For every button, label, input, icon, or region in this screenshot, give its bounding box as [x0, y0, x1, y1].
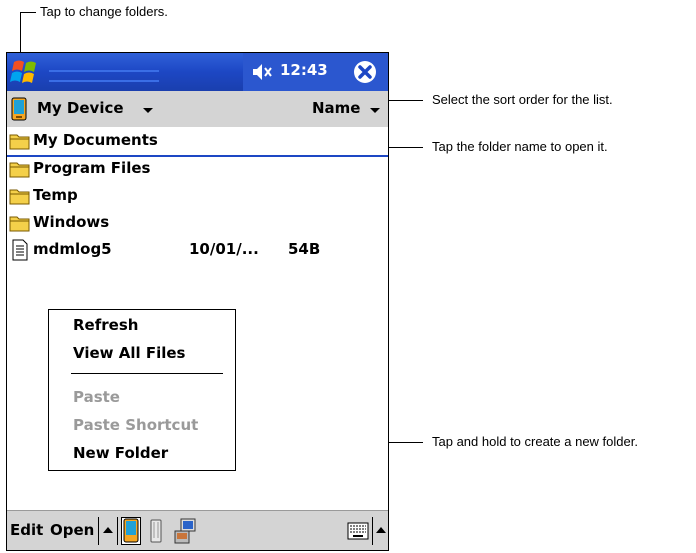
command-bar: Edit Open — [7, 510, 388, 550]
title-decoration — [49, 70, 159, 72]
scroll-up-icon[interactable] — [103, 527, 113, 533]
file-date: 10/01/... — [189, 240, 259, 258]
divider — [98, 517, 99, 545]
chevron-down-icon[interactable] — [143, 108, 153, 113]
file-name: Program Files — [33, 159, 151, 177]
network-computer-icon[interactable] — [173, 517, 197, 545]
chevron-down-icon[interactable] — [370, 108, 380, 113]
folder-icon — [9, 215, 31, 232]
folder-icon — [9, 161, 31, 178]
menu-item-view-all-files[interactable]: View All Files — [73, 344, 186, 362]
folder-icon — [9, 133, 31, 150]
open-menu[interactable]: Open — [50, 521, 94, 539]
callout-line-change-folders — [20, 12, 36, 13]
file-name: Temp — [33, 186, 78, 204]
list-item[interactable]: Program Files — [7, 157, 388, 181]
list-item[interactable]: Windows — [7, 211, 388, 235]
clock[interactable]: 12:43 — [280, 61, 328, 79]
divider — [372, 517, 373, 545]
menu-item-refresh[interactable]: Refresh — [73, 316, 138, 334]
keyboard-icon[interactable] — [347, 522, 369, 540]
windows-start-icon[interactable] — [9, 56, 43, 88]
menu-separator — [71, 373, 223, 374]
menu-item-paste: Paste — [73, 388, 120, 406]
callout-change-folders: Tap to change folders. — [40, 4, 168, 19]
input-panel-arrow-icon[interactable] — [376, 527, 386, 533]
file-name: mdmlog5 — [33, 240, 112, 258]
list-item[interactable]: Temp — [7, 184, 388, 208]
callout-new-folder: Tap and hold to create a new folder. — [432, 434, 638, 449]
sort-dropdown[interactable]: Name — [312, 99, 360, 117]
menu-item-paste-shortcut: Paste Shortcut — [73, 416, 199, 434]
navigation-bar: My Device Name — [7, 91, 388, 127]
speaker-icon[interactable] — [251, 62, 277, 82]
pocket-pc-device-icon[interactable] — [121, 517, 141, 545]
file-size: 54B — [288, 240, 321, 258]
list-item[interactable]: My Documents — [7, 129, 388, 157]
folder-icon — [9, 188, 31, 205]
callout-sort-order: Select the sort order for the list. — [432, 92, 613, 107]
close-icon[interactable] — [353, 60, 377, 84]
menu-item-new-folder[interactable]: New Folder — [73, 444, 168, 462]
title-decoration — [49, 80, 159, 82]
edit-menu[interactable]: Edit — [10, 521, 43, 539]
file-name: My Documents — [33, 131, 158, 149]
divider — [117, 517, 118, 545]
document-icon — [9, 239, 31, 261]
storage-card-icon[interactable] — [149, 519, 163, 543]
context-menu: Refresh View All Files Paste Paste Short… — [48, 309, 236, 471]
list-item[interactable]: mdmlog5 10/01/... 54B — [7, 238, 388, 262]
file-name: Windows — [33, 213, 110, 231]
pocket-pc-device-icon[interactable] — [11, 97, 27, 121]
title-bar: 12:43 — [7, 53, 388, 91]
folder-dropdown[interactable]: My Device — [37, 99, 124, 117]
callout-open-folder: Tap the folder name to open it. — [432, 139, 608, 154]
pocket-pc-screen: 12:43 My Device Name My Documents Progra… — [6, 52, 389, 551]
